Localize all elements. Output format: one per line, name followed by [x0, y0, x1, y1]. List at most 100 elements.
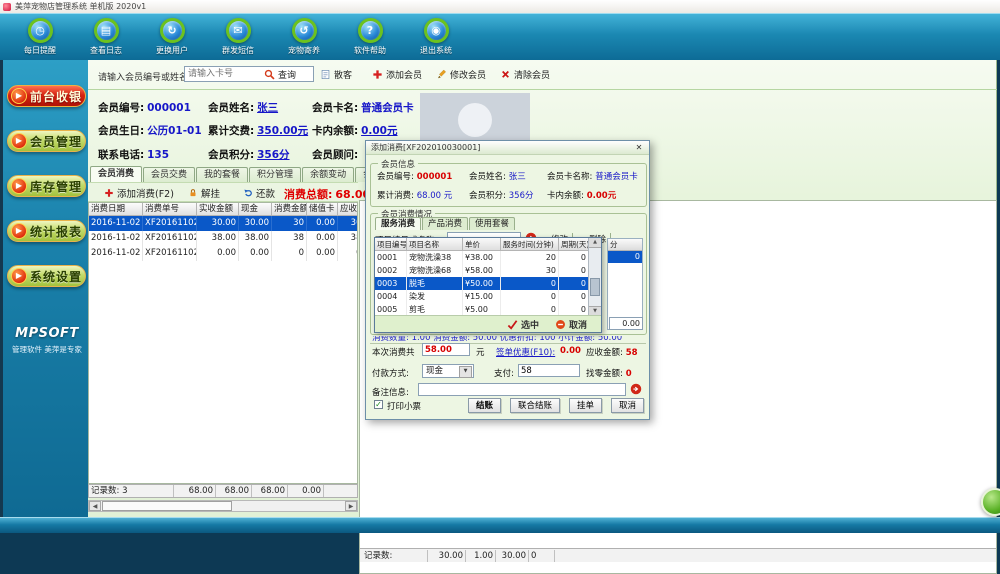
record-count: 记录数:	[362, 550, 428, 562]
label: 会员积分:	[469, 191, 506, 201]
cell: 30.00	[338, 216, 358, 231]
cell: 0003	[375, 277, 407, 290]
member-birthday-label: 会员生日:	[98, 125, 144, 137]
member-card-value: 普通会员卡	[361, 102, 414, 114]
tab-service-consume[interactable]: 服务消费	[375, 217, 421, 230]
scrollbar-thumb[interactable]	[102, 501, 232, 511]
toolbar-item-view-log[interactable]: ▤ 查看日志	[80, 18, 132, 56]
toolbar-item-exit[interactable]: ◉ 退出系统	[410, 18, 462, 56]
payment-method-select[interactable]: 现金	[422, 364, 474, 378]
toolbar-item-switch-user[interactable]: ↻ 更换用户	[146, 18, 198, 56]
scroll-right-arrow[interactable]: ▶	[345, 501, 357, 511]
col-header[interactable]: 项目名称	[407, 238, 463, 251]
tab-consume[interactable]: 会员消费	[90, 166, 142, 182]
consume-table-header: 消费日期 消费单号 实收金额 现金 消费金额 储值卡 应收金额	[89, 203, 358, 216]
cancel-select-button[interactable]: 取消	[555, 318, 587, 331]
cell: ¥38.00	[463, 251, 501, 264]
note-action-icon[interactable]	[630, 383, 642, 395]
col-header[interactable]: 现金	[239, 203, 272, 216]
member-balance-value[interactable]: 0.00元	[361, 125, 397, 137]
release-hold-button[interactable]: 解挂	[188, 186, 220, 200]
tab-payment[interactable]: 会员交费	[143, 167, 195, 182]
toolbar-item-group-sms[interactable]: ✉ 群发短信	[212, 18, 264, 56]
col-header[interactable]: 消费金额	[272, 203, 307, 216]
scroll-left-arrow[interactable]: ◀	[89, 501, 101, 511]
pay-input[interactable]	[518, 364, 580, 377]
label: 会员姓名:	[469, 172, 506, 182]
walkin-button[interactable]: 散客	[320, 66, 352, 83]
cell: 2016-11-02 10:	[89, 231, 143, 246]
col-header[interactable]: 应收金额	[338, 203, 358, 216]
hold-order-button[interactable]: 挂单	[569, 398, 602, 413]
member-balance-field: 卡内余额: 0.00元	[312, 123, 398, 138]
member-paid-label: 累计交费:	[208, 125, 254, 137]
pay-total-unit: 元	[476, 346, 485, 358]
close-icon[interactable]: ✕	[633, 142, 645, 154]
tab-packages[interactable]: 我的套餐	[196, 167, 248, 182]
sum-cell: 30.00	[428, 550, 466, 562]
sidebar-item-reports[interactable]: ▶ 统计报表	[7, 220, 86, 242]
table-row[interactable]: 2016-11-02 10: XF2016110200 30.00 30.00 …	[89, 216, 358, 231]
cell: 0	[559, 277, 589, 290]
avatar-silhouette	[458, 103, 492, 137]
toolbar-label: 查看日志	[90, 45, 122, 56]
col-header[interactable]: 实收金额	[197, 203, 239, 216]
sidebar-item-members[interactable]: ▶ 会员管理	[7, 130, 86, 152]
list-item[interactable]: 0001 宠物洗澡38 ¥38.00 20 0	[375, 251, 589, 264]
tab-use-package[interactable]: 使用套餐	[469, 217, 515, 230]
tab-points[interactable]: 积分管理	[249, 167, 301, 182]
list-item[interactable]: 0002 宠物洗澡68 ¥58.00 30 0	[375, 264, 589, 277]
edit-member-button[interactable]: 修改会员	[436, 66, 486, 83]
list-item-selected[interactable]: 0003 脱毛 ¥50.00 0 0	[375, 277, 589, 290]
scroll-up-arrow[interactable]: ▲	[589, 238, 601, 248]
toolbar-item-pet-boarding[interactable]: ↺ 宠物寄养	[278, 18, 330, 56]
horizontal-scrollbar[interactable]: ◀ ▶	[88, 500, 358, 512]
sidebar-item-inventory[interactable]: ▶ 库存管理	[7, 175, 86, 197]
tab-product-consume[interactable]: 产品消费	[422, 217, 468, 230]
col-header[interactable]: 消费单号	[143, 203, 197, 216]
joint-settle-button[interactable]: 联合结账	[510, 398, 560, 413]
repay-button[interactable]: 还款	[243, 186, 275, 200]
cancel-button[interactable]: 取消	[611, 398, 644, 413]
cell: ¥58.00	[463, 264, 501, 277]
member-paid-value[interactable]: 350.00元	[257, 125, 308, 137]
scrollbar-thumb[interactable]	[590, 278, 600, 296]
query-button[interactable]: 查询	[264, 66, 296, 83]
settle-button[interactable]: 结账	[468, 398, 501, 413]
col-header[interactable]: 服务时间(分钟)	[501, 238, 559, 251]
col-header[interactable]: 周期(天)	[559, 238, 589, 251]
pay-total-input[interactable]	[422, 343, 470, 356]
toolbar-label: 群发短信	[222, 45, 254, 56]
toolbar-item-daily-reminder[interactable]: ◷ 每日提醒	[14, 18, 66, 56]
clear-member-button[interactable]: 清除会员	[500, 66, 550, 83]
col-header[interactable]: 消费日期	[89, 203, 143, 216]
toolbar-item-help[interactable]: ? 软件帮助	[344, 18, 396, 56]
cell: 38.00	[338, 231, 358, 246]
table-row[interactable]: 2016-11-02 10: XF2016110200 38.00 38.00 …	[89, 231, 358, 246]
notepad-icon	[320, 69, 331, 80]
consume-total-label: 消费总额:	[284, 186, 332, 202]
points-cell[interactable]: 0	[608, 251, 642, 263]
sidebar-item-cashier[interactable]: ▶ 前台收银	[7, 85, 86, 107]
col-header[interactable]: 单价	[463, 238, 501, 251]
record-count: 记录数: 3	[89, 485, 174, 497]
col-header[interactable]: 项目编号	[375, 238, 407, 251]
table-row[interactable]: 2016-11-02 09: XF2016110200 0.00 0.00 0 …	[89, 246, 358, 261]
tab-balance-changes[interactable]: 余额变动	[302, 167, 354, 182]
cell: 0.00	[307, 231, 338, 246]
popup-scrollbar[interactable]: ▲ ▼	[588, 238, 601, 316]
cell: 0	[559, 264, 589, 277]
col-header[interactable]: 储值卡	[307, 203, 338, 216]
member-points-value[interactable]: 356分	[257, 149, 289, 161]
cell: 30.00	[239, 216, 272, 231]
list-item[interactable]: 0004 染发 ¥15.00 0 0	[375, 290, 589, 303]
add-member-button[interactable]: 添加会员	[372, 66, 422, 83]
add-member-label: 添加会员	[386, 68, 422, 81]
add-consume-button[interactable]: 添加消费(F2)	[104, 186, 174, 200]
dialog-button-row: 结账 联合结账 挂单 取消	[366, 398, 644, 413]
discount-link[interactable]: 签单优惠(F10):	[496, 346, 555, 358]
note-input[interactable]	[418, 383, 626, 396]
select-button[interactable]: 选中	[507, 318, 539, 331]
sidebar-item-settings[interactable]: ▶ 系统设置	[7, 265, 86, 287]
member-name-value[interactable]: 张三	[257, 102, 278, 114]
